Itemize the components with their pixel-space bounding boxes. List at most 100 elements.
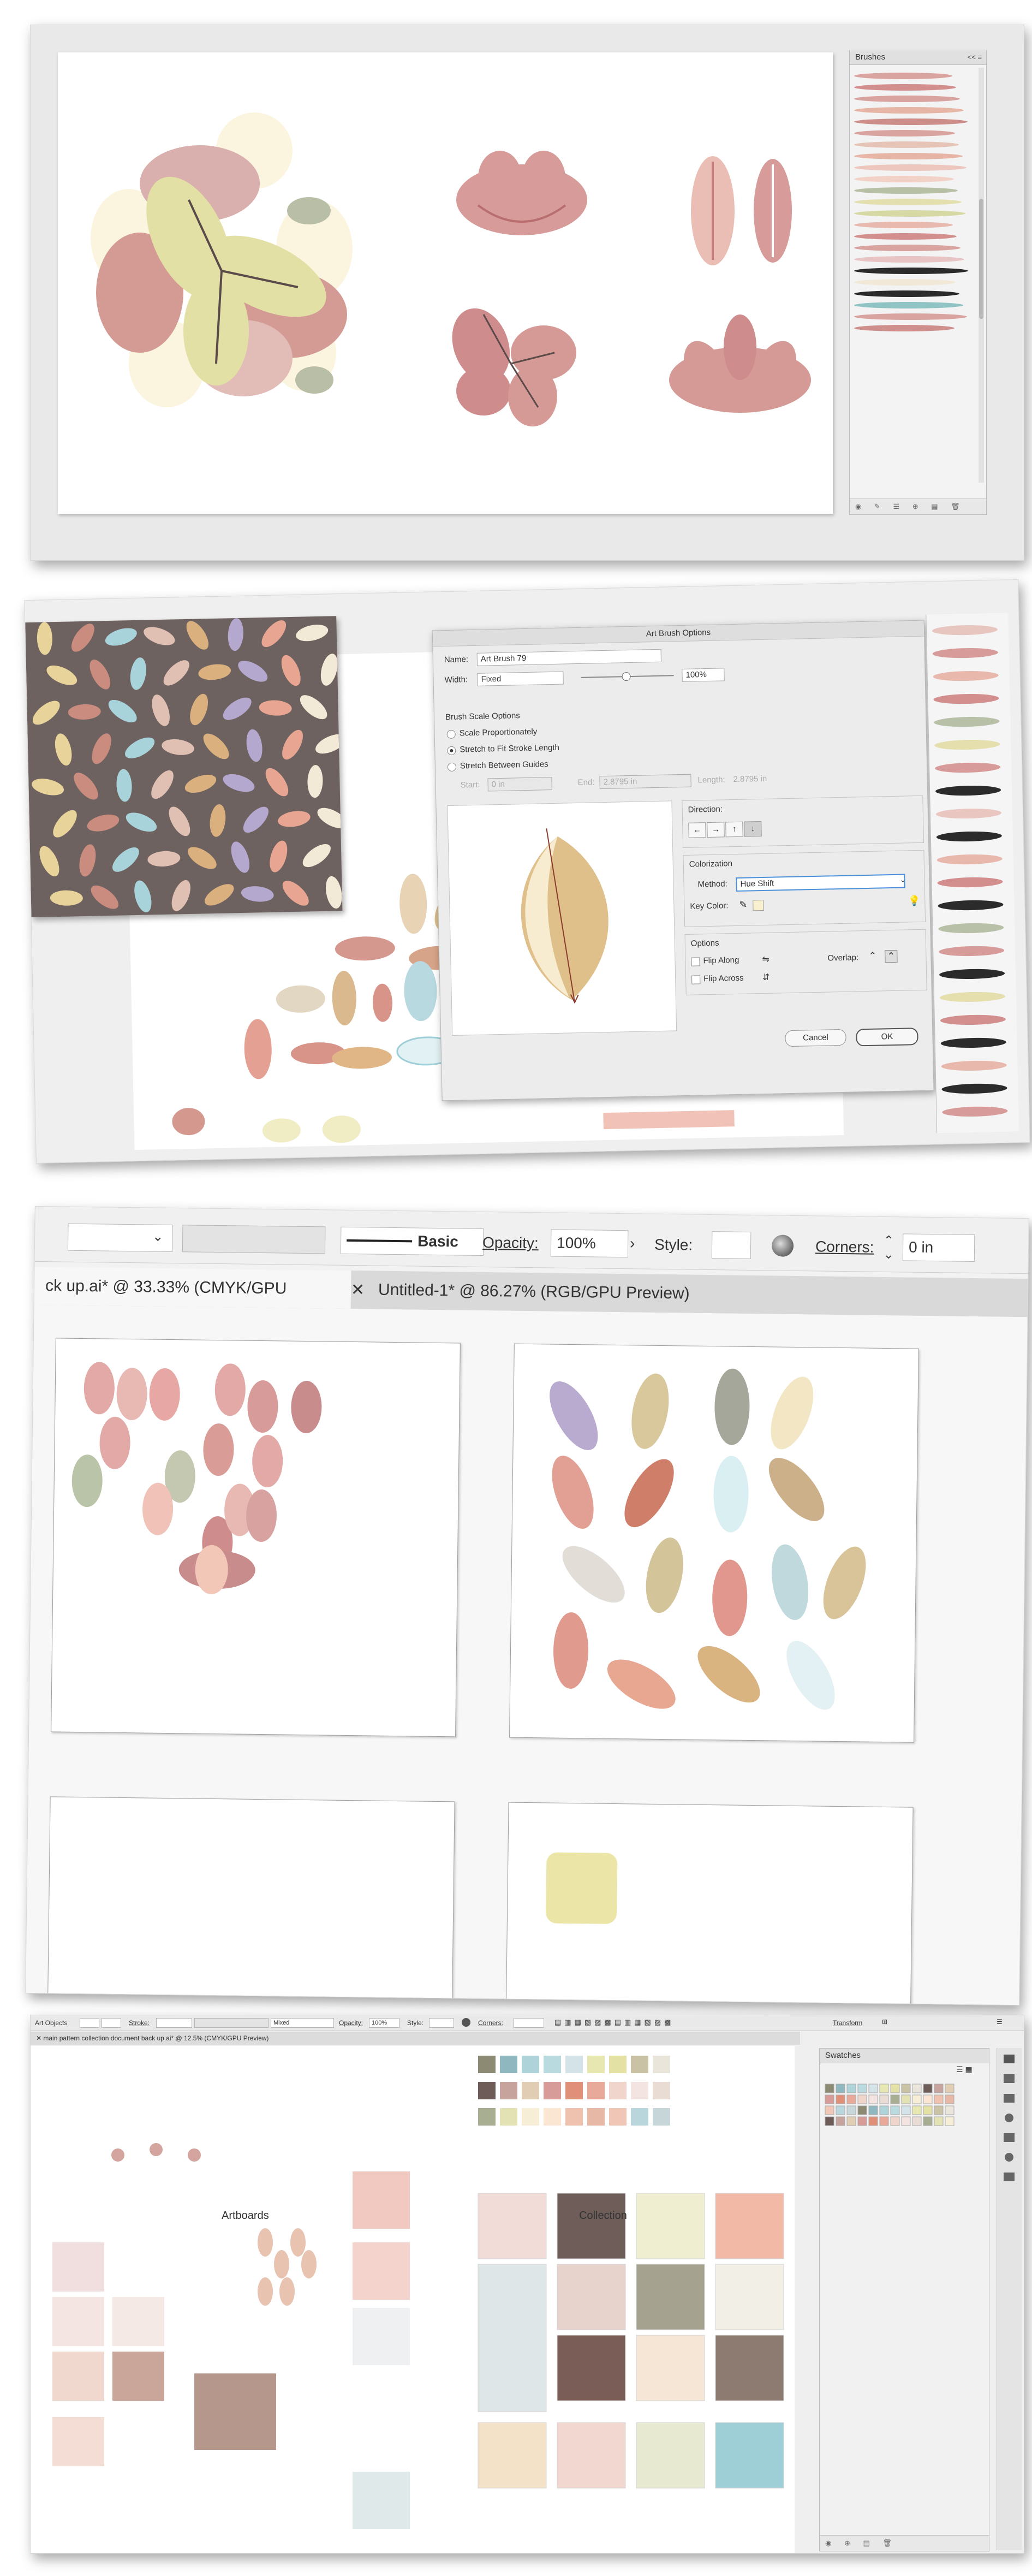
color-swatch[interactable]: [587, 2056, 605, 2073]
brush-stroke-item[interactable]: [854, 245, 961, 251]
swatch[interactable]: [945, 2105, 955, 2115]
swatch[interactable]: [836, 2116, 845, 2126]
artboard-florals[interactable]: [51, 1338, 461, 1737]
chevron-down-icon[interactable]: ⌄: [899, 875, 906, 884]
color-swatch[interactable]: [587, 2082, 605, 2099]
align-icons[interactable]: ▤▥▦▧▨▩▤▥▦▧▨▩: [554, 2018, 674, 2027]
swatch[interactable]: [923, 2105, 933, 2115]
pattern-tile[interactable]: [557, 2335, 626, 2401]
brushes-panel-footer-icons[interactable]: ◉ ✎ ☰ ⊕ ▤ 🗑: [850, 498, 986, 514]
artboard-thumb[interactable]: [112, 2297, 164, 2346]
swatch[interactable]: [868, 2084, 878, 2093]
swatch[interactable]: [868, 2116, 878, 2126]
tab-pattern-document[interactable]: ck up.ai* @ 33.33% (CMYK/GPU Preview): [34, 1266, 351, 1334]
brush-stroke-item[interactable]: [933, 693, 999, 705]
artboard-thumb[interactable]: [52, 2242, 104, 2292]
direction-button[interactable]: ↓: [744, 821, 762, 837]
swatch[interactable]: [825, 2094, 834, 2104]
color-swatch[interactable]: [565, 2108, 583, 2126]
artboard-thumb[interactable]: [112, 2352, 164, 2401]
brush-stroke-item[interactable]: [854, 290, 959, 297]
opacity-field[interactable]: 100%: [550, 1229, 629, 1258]
width-select[interactable]: Fixed: [477, 671, 564, 686]
brush-stroke-item[interactable]: [935, 808, 1001, 820]
brush-stroke-item[interactable]: [854, 84, 956, 91]
style-select[interactable]: [429, 2018, 454, 2028]
brush-stroke-item[interactable]: [941, 1060, 1007, 1072]
transform-label[interactable]: Transform: [833, 2019, 862, 2027]
pattern-swatch-tile[interactable]: [353, 2171, 410, 2229]
recolor-icon[interactable]: [462, 2018, 470, 2027]
swatch[interactable]: [846, 2105, 856, 2115]
color-swatch[interactable]: [609, 2108, 627, 2126]
pattern-swatch-tile[interactable]: [353, 2472, 410, 2529]
overlap-adjust-icon[interactable]: ⌃: [868, 951, 877, 962]
brush-stroke-item[interactable]: [854, 268, 968, 274]
swatch[interactable]: [890, 2116, 900, 2126]
brush-stroke-item[interactable]: [939, 969, 1005, 980]
color-swatch[interactable]: [565, 2082, 583, 2099]
swatch[interactable]: [945, 2084, 955, 2093]
brush-stroke-item[interactable]: [854, 107, 964, 114]
pattern-swatch-tile[interactable]: [353, 2308, 410, 2365]
pattern-tile[interactable]: [557, 2422, 626, 2489]
brush-stroke-item[interactable]: [941, 1083, 1007, 1095]
pattern-tile[interactable]: [636, 2422, 705, 2489]
brush-stroke-item[interactable]: [934, 716, 1000, 728]
stretch-between-guides-radio[interactable]: [447, 762, 457, 772]
flip-across-checkbox[interactable]: [691, 975, 701, 984]
panel-dock-icons[interactable]: [997, 2048, 1022, 2550]
swatch[interactable]: [923, 2094, 933, 2104]
direction-button[interactable]: →: [707, 822, 725, 838]
close-icon[interactable]: ✕: [351, 1280, 365, 1299]
swatch[interactable]: [825, 2084, 834, 2093]
brush-stroke-item[interactable]: [935, 762, 1001, 774]
style-select[interactable]: [711, 1231, 751, 1259]
swatch[interactable]: [846, 2084, 856, 2093]
brush-stroke-item[interactable]: [854, 176, 954, 182]
color-swatch[interactable]: [478, 2108, 496, 2126]
brush-stroke-item[interactable]: [938, 923, 1004, 934]
artboard-flowers[interactable]: [58, 52, 833, 514]
brushes-panel-partial[interactable]: [926, 613, 1019, 1133]
end-field[interactable]: 2.8795 in: [599, 774, 691, 790]
brush-stroke-item[interactable]: [940, 1014, 1006, 1026]
tips-icon[interactable]: 💡: [908, 895, 921, 907]
brush-stroke-item[interactable]: [854, 153, 963, 159]
chevron-right-icon[interactable]: ›: [630, 1234, 635, 1252]
artboard-tile[interactable]: [506, 1802, 914, 2005]
brush-stroke-item[interactable]: [854, 141, 959, 148]
color-swatch[interactable]: [631, 2108, 648, 2126]
tab-collection-document[interactable]: main pattern collection document back up…: [43, 2034, 269, 2042]
stroke-style-select[interactable]: Basic: [340, 1226, 484, 1256]
color-swatch[interactable]: [631, 2056, 648, 2073]
pattern-tile[interactable]: [636, 2264, 705, 2330]
swatch[interactable]: [879, 2084, 889, 2093]
artboard-thumb[interactable]: [52, 2297, 104, 2346]
brush-stroke-item[interactable]: [936, 854, 1003, 865]
pattern-tile[interactable]: [715, 2422, 784, 2489]
brush-stroke-item[interactable]: [934, 739, 1000, 751]
pattern-tile[interactable]: [715, 2193, 784, 2259]
swatch[interactable]: [912, 2105, 922, 2115]
direction-buttons[interactable]: ← → ↑ ↓: [688, 821, 771, 838]
swatch[interactable]: [857, 2105, 867, 2115]
start-field[interactable]: 0 in: [487, 777, 552, 792]
swatch[interactable]: [846, 2094, 856, 2104]
dock-icons[interactable]: [997, 2048, 1022, 2212]
panel-menu-icon[interactable]: << ≡: [968, 50, 982, 64]
swatch-grid[interactable]: [820, 2079, 989, 2155]
swatch[interactable]: [846, 2116, 856, 2126]
direction-button[interactable]: ←: [688, 822, 706, 838]
corners-stepper-icon[interactable]: ⌃ ⌄: [884, 1233, 894, 1262]
swatch[interactable]: [890, 2105, 900, 2115]
brush-stroke-item[interactable]: [935, 785, 1001, 797]
name-field[interactable]: Art Brush 79: [476, 649, 662, 666]
color-swatch[interactable]: [587, 2108, 605, 2126]
swatch[interactable]: [912, 2094, 922, 2104]
swatch[interactable]: [934, 2084, 944, 2093]
color-swatch[interactable]: [565, 2056, 583, 2073]
brush-stroke-item[interactable]: [940, 992, 1005, 1003]
brush-stroke-item[interactable]: [933, 670, 999, 682]
direction-button[interactable]: ↑: [725, 821, 743, 838]
